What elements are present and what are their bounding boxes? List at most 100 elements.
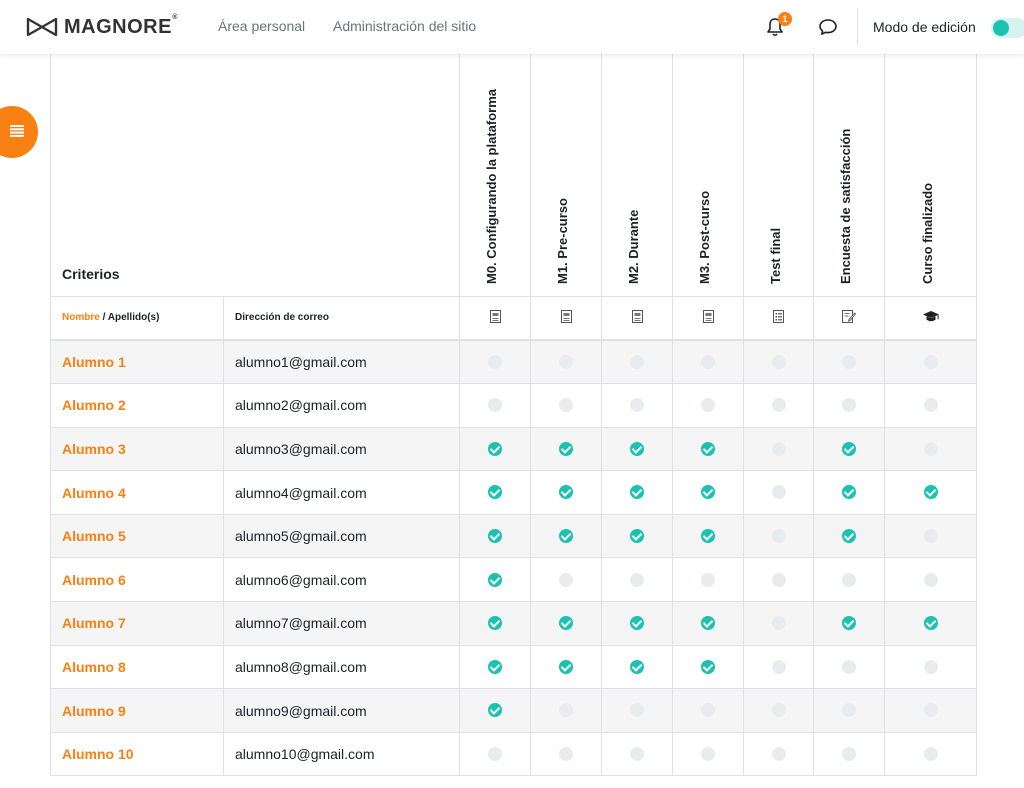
check-circle-icon	[701, 528, 716, 543]
page-icon	[672, 295, 745, 341]
incomplete-circle-icon	[559, 746, 574, 761]
completion-cell	[743, 688, 815, 733]
incomplete-circle-icon	[771, 485, 786, 500]
completion-cell	[884, 426, 978, 472]
completion-report-table: Criterios M0. Configurando la plataforma…	[49, 54, 978, 777]
activity-header[interactable]: M3. Post-curso	[672, 54, 745, 297]
incomplete-circle-icon	[923, 703, 938, 718]
completion-cell	[601, 470, 674, 515]
activity-header[interactable]: M2. Durante	[601, 54, 674, 297]
completion-cell	[813, 339, 886, 385]
completion-cell	[601, 426, 674, 472]
incomplete-circle-icon	[630, 703, 645, 718]
nav-link-area-personal[interactable]: Área personal	[218, 18, 305, 34]
sort-last-name-link[interactable]: Apellido(s)	[108, 312, 160, 323]
completion-cell	[530, 731, 603, 777]
completion-cell	[884, 513, 978, 559]
student-name-link[interactable]: Alumno 3	[50, 426, 224, 472]
table-row: Alumno 4 alumno4@gmail.com	[50, 470, 978, 515]
student-name-link[interactable]: Alumno 5	[50, 513, 224, 559]
activity-header[interactable]: Encuesta de satisfacción	[813, 54, 886, 297]
completion-cell	[813, 601, 886, 646]
sort-first-name-link[interactable]: Nombre	[62, 312, 100, 323]
check-circle-icon	[923, 616, 938, 631]
incomplete-circle-icon	[771, 746, 786, 761]
completion-cell	[530, 644, 603, 690]
student-name-link[interactable]: Alumno 7	[50, 601, 224, 646]
completion-cell	[459, 557, 532, 603]
incomplete-circle-icon	[701, 398, 716, 413]
feedback-icon	[813, 295, 886, 341]
student-name-link[interactable]: Alumno 9	[50, 688, 224, 733]
check-circle-icon	[488, 659, 503, 674]
check-circle-icon	[630, 485, 645, 500]
activity-header[interactable]: M1. Pre-curso	[530, 54, 603, 297]
completion-cell	[601, 731, 674, 777]
student-name-link[interactable]: Alumno 4	[50, 470, 224, 515]
check-circle-icon	[559, 441, 574, 456]
student-name-link[interactable]: Alumno 6	[50, 557, 224, 603]
edit-mode-toggle[interactable]	[991, 18, 1024, 38]
completion-cell	[459, 513, 532, 559]
student-email: alumno5@gmail.com	[222, 513, 461, 559]
activity-header: Curso finalizado	[884, 54, 978, 297]
incomplete-circle-icon	[559, 354, 574, 369]
course-index-drawer-button[interactable]	[0, 106, 38, 158]
activity-header[interactable]: Test final	[743, 54, 815, 297]
incomplete-circle-icon	[630, 354, 645, 369]
completion-cell	[884, 644, 978, 690]
table-row: Alumno 8 alumno8@gmail.com	[50, 644, 978, 690]
check-circle-icon	[701, 659, 716, 674]
activity-header[interactable]: M0. Configurando la plataforma	[459, 54, 532, 297]
completion-cell	[601, 513, 674, 559]
completion-cell	[672, 644, 745, 690]
incomplete-circle-icon	[771, 703, 786, 718]
completion-cell	[743, 731, 815, 777]
completion-cell	[601, 557, 674, 603]
check-circle-icon	[488, 485, 503, 500]
student-name-link[interactable]: Alumno 2	[50, 383, 224, 428]
student-name-link[interactable]: Alumno 10	[50, 731, 224, 777]
top-navbar: MAGNORE ® Área personal Administración de…	[0, 0, 1024, 54]
incomplete-circle-icon	[559, 398, 574, 413]
incomplete-circle-icon	[923, 354, 938, 369]
table-row: Alumno 1 alumno1@gmail.com	[50, 339, 978, 385]
nav-link-admin[interactable]: Administración del sitio	[333, 18, 476, 34]
student-name-link[interactable]: Alumno 8	[50, 644, 224, 690]
table-row: Alumno 5 alumno5@gmail.com	[50, 513, 978, 559]
completion-cell	[459, 426, 532, 472]
completion-cell	[884, 339, 978, 385]
completion-cell	[813, 470, 886, 515]
incomplete-circle-icon	[842, 703, 857, 718]
incomplete-circle-icon	[701, 572, 716, 587]
list-icon	[10, 125, 24, 137]
completion-cell	[672, 470, 745, 515]
completion-cell	[672, 731, 745, 777]
incomplete-circle-icon	[771, 354, 786, 369]
completion-cell	[672, 601, 745, 646]
table-row: Alumno 7 alumno7@gmail.com	[50, 601, 978, 646]
incomplete-circle-icon	[842, 398, 857, 413]
incomplete-circle-icon	[559, 572, 574, 587]
notification-badge: 1	[778, 12, 792, 26]
check-circle-icon	[559, 616, 574, 631]
check-circle-icon	[842, 485, 857, 500]
incomplete-circle-icon	[771, 441, 786, 456]
completion-cell	[743, 470, 815, 515]
completion-cell	[459, 688, 532, 733]
table-row: Alumno 6 alumno6@gmail.com	[50, 557, 978, 603]
check-circle-icon	[488, 441, 503, 456]
completion-cell	[813, 513, 886, 559]
completion-cell	[813, 557, 886, 603]
brand-logo[interactable]: MAGNORE ®	[26, 13, 177, 41]
check-circle-icon	[488, 528, 503, 543]
completion-cell	[813, 688, 886, 733]
completion-cell	[743, 513, 815, 559]
incomplete-circle-icon	[488, 354, 503, 369]
chat-icon[interactable]	[817, 16, 839, 38]
completion-cell	[530, 557, 603, 603]
completion-cell	[459, 470, 532, 515]
completion-cell	[601, 601, 674, 646]
completion-cell	[813, 383, 886, 428]
student-name-link[interactable]: Alumno 1	[50, 339, 224, 385]
